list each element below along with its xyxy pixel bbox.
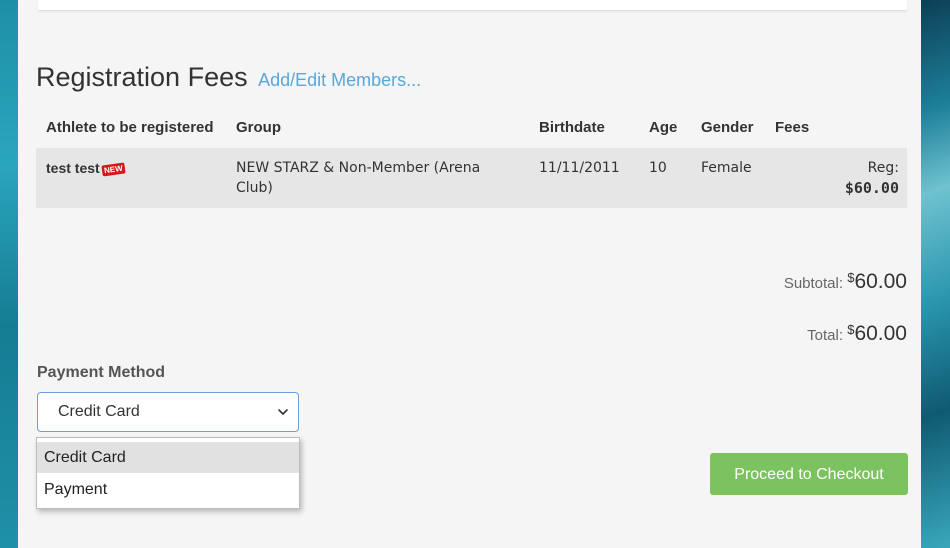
table-row: test test NEW NEW STARZ & Non-Member (Are… (36, 148, 907, 208)
athlete-name: test test (46, 160, 100, 176)
top-card-edge (38, 0, 907, 11)
column-header-fees: Fees (775, 119, 810, 136)
new-badge-icon: NEW (101, 162, 126, 177)
total-label: Total: (807, 327, 844, 344)
group-cell: NEW STARZ & Non-Member (Arena Club) (226, 148, 529, 208)
subtotal-label: Subtotal: (783, 275, 844, 292)
age-cell: 10 (639, 148, 691, 208)
registration-panel: Registration Fees Add/Edit Members... At… (18, 0, 921, 548)
subtotal-amount: 60.00 (854, 270, 907, 293)
fee-amount: $60.00 (844, 179, 899, 197)
athlete-cell: test test NEW (36, 148, 226, 208)
gender-cell: Female (691, 148, 765, 208)
payment-method-label: Payment Method (37, 364, 166, 381)
registration-fees-table: Athlete to be registered Group Birthdate… (36, 112, 907, 208)
column-header-birthdate: Birthdate (539, 119, 605, 136)
chevron-down-icon (278, 409, 288, 415)
subtotal-line: Subtotal: $60.00 (784, 270, 907, 294)
fees-cell: Reg: $60.00 (765, 148, 907, 208)
column-header-gender: Gender (701, 119, 754, 136)
payment-method-value: Credit Card (58, 403, 140, 420)
proceed-to-checkout-button[interactable]: Proceed to Checkout (710, 453, 908, 495)
heading-row: Registration Fees Add/Edit Members... (36, 62, 421, 93)
column-header-group: Group (236, 119, 281, 136)
column-header-athlete: Athlete to be registered (46, 119, 214, 136)
table-header-row: Athlete to be registered Group Birthdate… (36, 112, 907, 148)
background-pool-right (921, 0, 950, 548)
page-title: Registration Fees (36, 62, 248, 92)
payment-method-select[interactable]: Credit Card (37, 392, 299, 432)
column-header-age: Age (649, 119, 678, 136)
total-amount: 60.00 (854, 322, 907, 345)
total-line: Total: $60.00 (807, 322, 907, 346)
birthdate-cell: 11/11/2011 (529, 148, 639, 208)
payment-method-dropdown: Credit Card Payment (36, 437, 300, 509)
dropdown-option-credit-card[interactable]: Credit Card (37, 442, 299, 473)
fee-label: Reg: (867, 160, 899, 176)
dropdown-option-payment[interactable]: Payment (37, 474, 299, 505)
add-edit-members-link[interactable]: Add/Edit Members... (258, 70, 421, 91)
background-pool-left (0, 0, 18, 548)
